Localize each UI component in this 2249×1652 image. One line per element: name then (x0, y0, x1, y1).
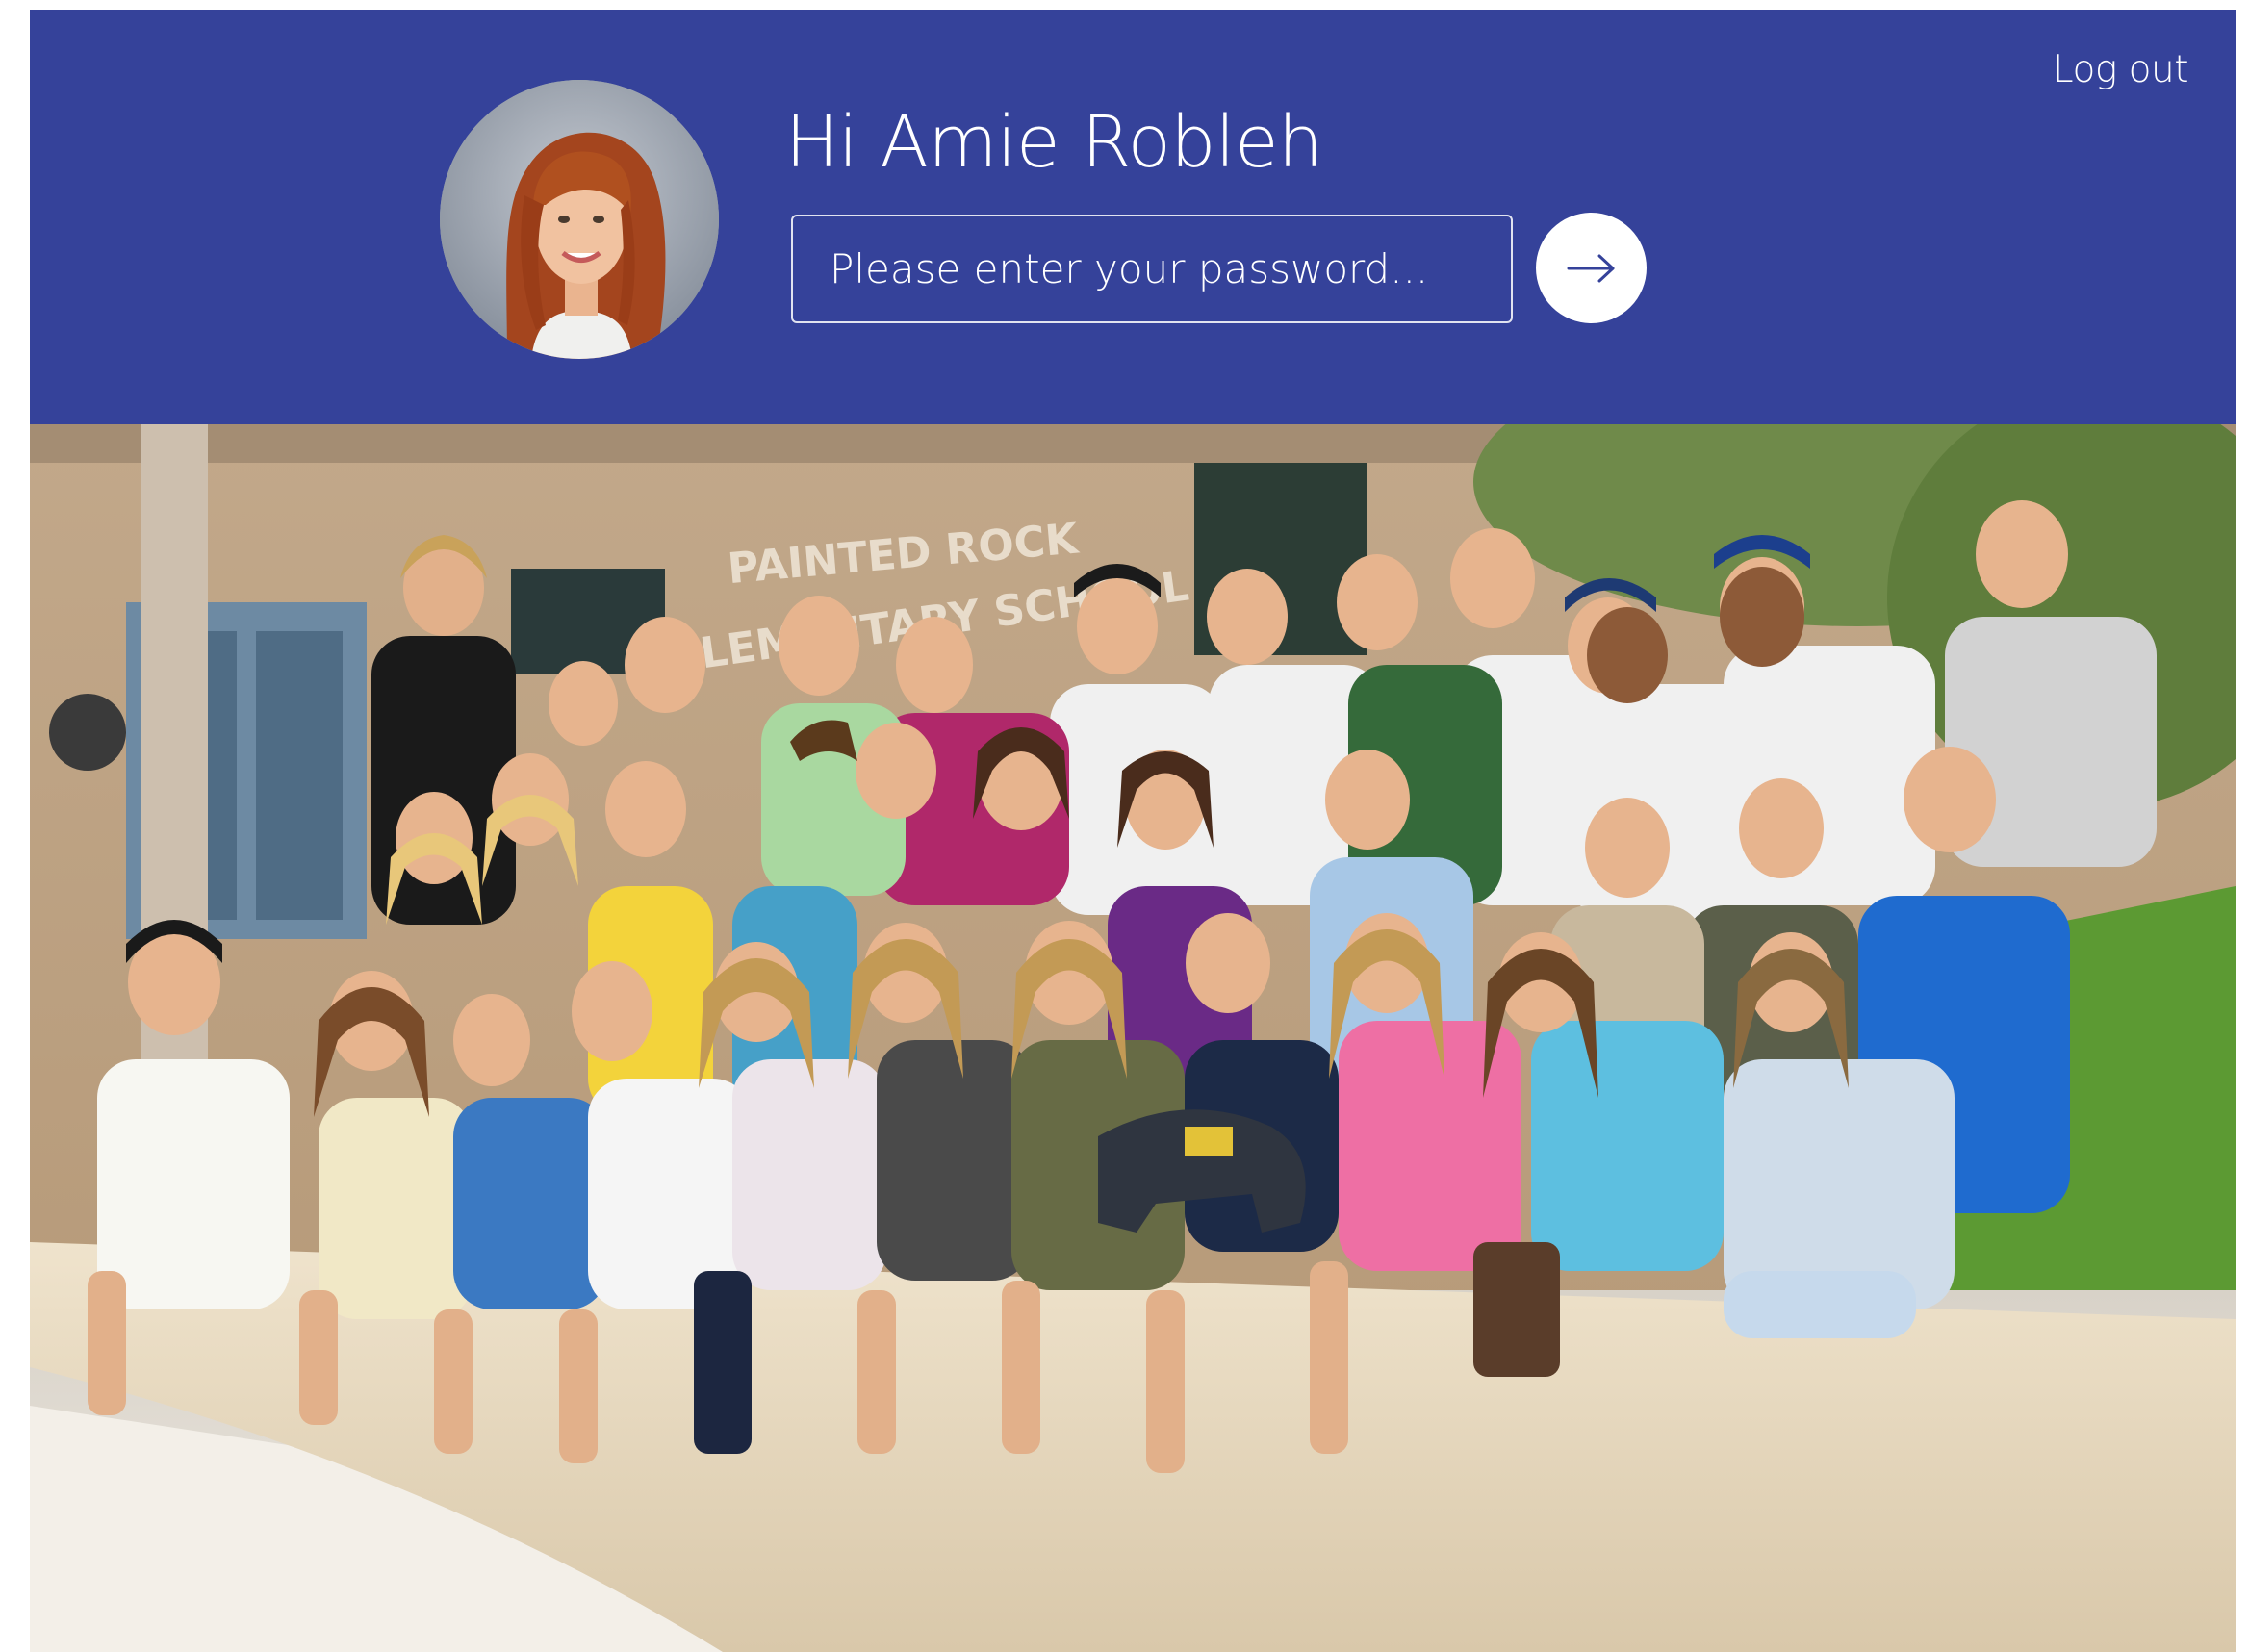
avatar-portrait (440, 80, 719, 359)
arrow-right-icon (1567, 254, 1614, 282)
school-photo-illustration: PAINTED ROCK ELEMENTARY SCHOOL (30, 424, 2236, 1652)
login-screen: Log out Hi Amie Robleh PAINTED ROCK (30, 10, 2236, 1652)
logout-link[interactable]: Log out (2053, 48, 2189, 91)
class-group-photo: PAINTED ROCK ELEMENTARY SCHOOL (30, 424, 2236, 1652)
greeting-title: Hi Amie Robleh (785, 101, 1323, 184)
password-input[interactable] (791, 215, 1513, 323)
header-bar: Log out Hi Amie Robleh (30, 10, 2236, 424)
avatar (440, 80, 719, 359)
submit-button[interactable] (1536, 213, 1647, 323)
